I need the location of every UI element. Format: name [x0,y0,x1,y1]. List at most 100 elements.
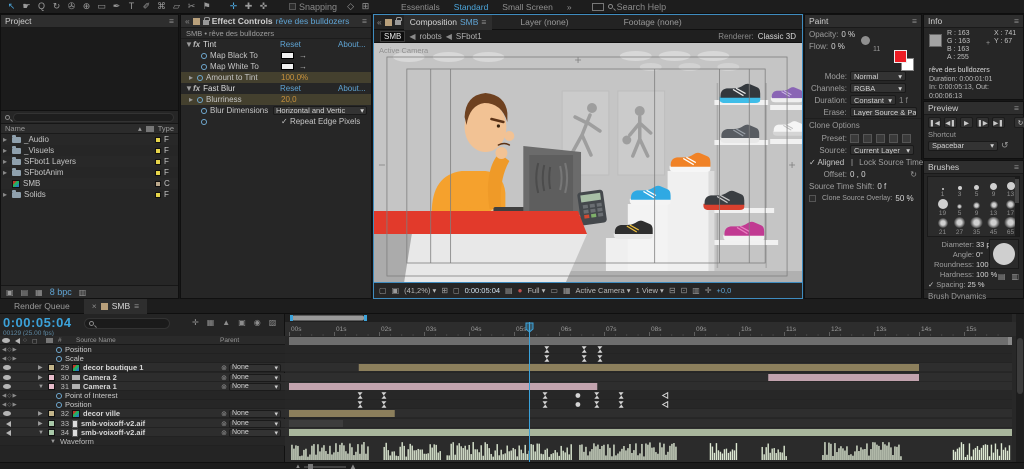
clone-source-overlay-checkbox[interactable] [809,195,816,202]
parent-column[interactable]: Parent [220,337,239,344]
property-row-position[interactable]: ◀◇▶Position [0,400,285,409]
timeline-button-icon[interactable]: ▥ [692,286,700,295]
property-row-position[interactable]: ◀◇▶Position [0,345,285,354]
fast-blur-reset-link[interactable]: Reset [280,84,301,93]
clone-preset-1[interactable] [850,134,859,143]
graph-editor-icon[interactable]: ▨ [269,318,277,327]
visibility-eye-icon[interactable] [0,375,22,380]
parent-dropdown[interactable]: None▾ [229,383,281,391]
layer-row-34[interactable]: ▼34smb-voixoff-v2.aif⊚None▾ [0,428,285,437]
roto-brush-tool-icon[interactable]: ✂ [184,1,199,13]
hide-shy-layers-icon[interactable]: ▲ [222,318,230,327]
view-axis-mode-icon[interactable]: ✜ [256,1,271,13]
project-item-sfbotanim[interactable]: ▸SFbotAnimF [1,167,178,178]
workspace-overflow[interactable]: » [567,2,572,12]
tab-footage[interactable]: Footage (none) [624,17,682,27]
project-item-sfbot1-layers[interactable]: ▸SFbot1 LayersF [1,156,178,167]
delete-brush-icon[interactable]: ▥ [1011,272,1019,281]
layer-label-swatch[interactable] [48,420,55,427]
collapse-icon[interactable]: « [374,17,385,27]
crumb-smb[interactable]: SMB [380,31,405,42]
repeat-edge-pixels-row[interactable]: ✓ Repeat Edge Pixels [181,116,371,127]
project-bpc[interactable]: 8 bpc [50,287,72,297]
project-col-name[interactable]: Name [5,124,134,133]
puppet-pin-tool-icon[interactable]: ⚑ [199,1,214,13]
spacing-value[interactable]: 25 % [967,280,984,289]
crumb-robots[interactable]: robots [420,32,442,41]
current-time-display[interactable]: 0:00:05:04 00129 (25.00 fps) [3,315,72,337]
layer-duration-bar[interactable] [289,429,1012,436]
brush-preset-9[interactable]: 9 [985,179,1002,198]
mode-dropdown[interactable]: Normal▾ [850,71,906,81]
world-axis-mode-icon[interactable]: ✚ [241,1,256,13]
layer-row-30[interactable]: ▶30Camera 2⊚None▾ [0,373,285,382]
search-help-field[interactable]: Search Help [617,2,667,12]
tab-render-queue[interactable]: Render Queue [0,301,84,311]
tab-timeline-smb[interactable]: × SMB ≡ [84,299,147,314]
viewer-timecode[interactable]: 0:00:05:04 [465,286,500,295]
parent-dropdown[interactable]: None▾ [229,374,281,382]
layer-duration-bar[interactable] [359,364,919,371]
clone-source-overlay-value[interactable]: 50 % [895,194,913,203]
timeline-search-input[interactable] [84,318,170,329]
label-color-swatch[interactable] [155,148,161,154]
snapping-checkbox[interactable] [289,3,296,10]
tint-about-link[interactable]: About... [338,40,366,49]
map-black-row[interactable]: Map Black To → [181,50,371,61]
twirl-icon[interactable]: ▸ [3,146,9,155]
guides-icon[interactable]: ⊞ [441,286,448,295]
view-layout-dropdown[interactable]: 1 View ▾ [636,286,664,295]
map-white-row[interactable]: Map White To → [181,61,371,72]
layer-label-swatch[interactable] [48,374,55,381]
panel-menu-icon[interactable]: ≡ [1014,16,1019,26]
tab-composition[interactable]: Composition SMB ≡ [404,15,493,30]
layer-label-swatch[interactable] [48,383,55,390]
playhead-line[interactable] [529,322,530,462]
eraser-tool-icon[interactable]: ▱ [169,1,184,13]
twirl-icon[interactable]: ▸ [3,168,9,177]
label-color-swatch[interactable] [155,137,161,143]
brush-preset-9[interactable]: 9 [968,198,985,217]
workspace-standard[interactable]: Standard [454,2,489,12]
property-name[interactable]: Position [65,345,92,354]
layer-label-swatch[interactable] [48,364,55,371]
clone-preset-2[interactable] [863,134,872,143]
brush-preset-27[interactable]: 27 [951,217,968,236]
motion-blur-icon[interactable]: ◉ [254,318,261,327]
project-item-smb[interactable]: SMBC [1,178,178,189]
lock-icon[interactable] [203,20,209,25]
new-folder-icon[interactable]: ▤ [21,288,29,297]
parent-dropdown[interactable]: None▾ [229,410,281,418]
expander-icon[interactable]: ▶ [38,364,48,371]
brush-grid-scrollbar[interactable] [1015,177,1019,236]
blurriness-row[interactable]: ▸ Blurriness 20,0 [181,94,371,105]
fast-blur-about-link[interactable]: About... [338,84,366,93]
keyframe-hold[interactable] [576,402,581,407]
expander-icon[interactable]: ▶ [38,374,48,381]
always-preview-icon[interactable]: ▢ [379,286,387,295]
source-dropdown[interactable]: Current Layer▾ [850,145,914,155]
brush-preset-19[interactable]: 19 [934,198,951,217]
ram-preview-icon[interactable]: ↺ [1001,140,1009,151]
expander-icon[interactable]: ▶ [38,420,48,427]
property-row-scale[interactable]: ◀◇▶Scale [0,354,285,363]
stopwatch-icon[interactable] [201,108,207,114]
layer-row-32[interactable]: ▶32decor ville⊚None▾ [0,409,285,418]
layer-name[interactable]: smb-voixoff-v2.aif [81,419,221,428]
clone-stamp-tool-icon[interactable]: ⌘ [154,1,169,13]
layer-duration-bar[interactable] [768,374,919,381]
parent-pickwhip-icon[interactable]: ⊚ [221,383,227,391]
snapshot-icon[interactable]: ▤ [505,286,513,295]
visibility-eye-icon[interactable] [0,411,22,416]
blur-dimensions-dropdown[interactable]: Horizontal and Vertic ▾ [273,106,367,115]
tint-reset-link[interactable]: Reset [280,40,301,49]
draft-3d-icon[interactable]: ▦ [207,318,215,327]
panel-menu-icon[interactable]: ≡ [362,16,367,26]
rotation-tool-icon[interactable]: ↻ [49,1,64,13]
new-composition-icon[interactable]: ▦ [35,288,43,297]
project-search-input[interactable] [13,113,174,122]
eyedropper-arrow-icon[interactable]: → [299,62,307,71]
project-col-type[interactable]: Type [158,124,174,133]
magnification-icon[interactable]: ▣ [392,286,400,295]
property-name[interactable]: Scale [65,354,84,363]
